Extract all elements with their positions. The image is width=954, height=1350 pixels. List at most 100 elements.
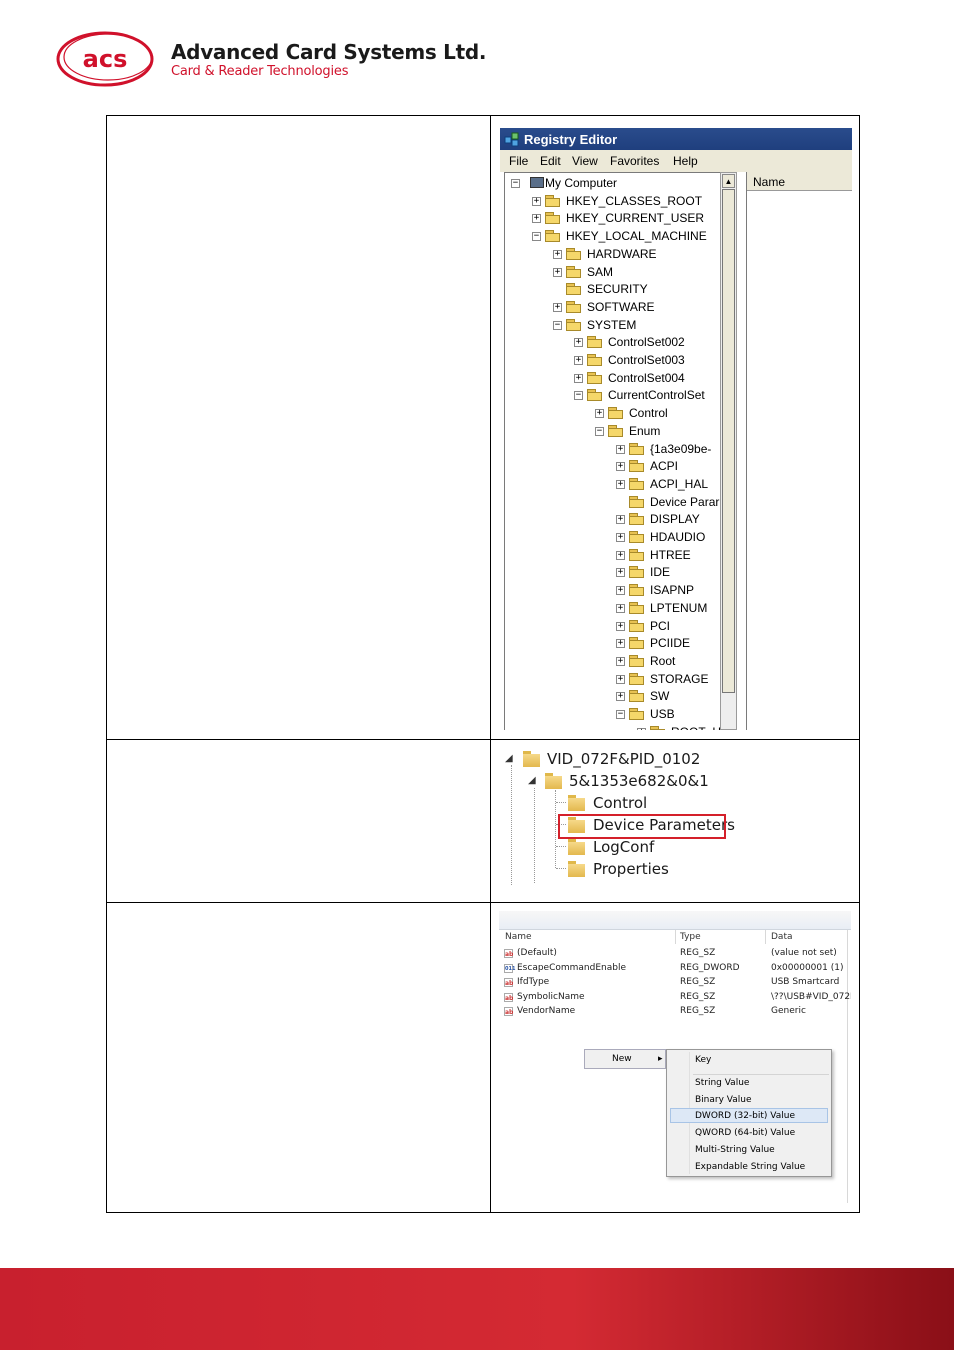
expand-plus-icon[interactable]: +	[616, 656, 625, 666]
tree-node[interactable]: + ControlSet002	[505, 334, 721, 351]
tree-node[interactable]: + PCI	[505, 618, 721, 635]
menu-help[interactable]: Help	[673, 154, 698, 168]
tree-node[interactable]: + STORAGE	[505, 671, 721, 688]
tree-node[interactable]: − CurrentControlSet	[505, 387, 721, 404]
value-row[interactable]: ab (Default) REG_SZ (value not set)	[499, 947, 851, 961]
folder-icon	[608, 407, 624, 420]
tree-node[interactable]: + Root	[505, 653, 721, 670]
tree-node[interactable]: − Enum	[505, 423, 721, 440]
menu-edit[interactable]: Edit	[540, 154, 561, 168]
expand-plus-icon[interactable]: +	[532, 214, 541, 224]
tree-node[interactable]: + ROOT_H	[505, 724, 721, 730]
column-header-type[interactable]: Type	[680, 932, 701, 942]
tree-node[interactable]: + ControlSet003	[505, 352, 721, 369]
scroll-thumb[interactable]	[722, 189, 735, 693]
collapse-minus-icon[interactable]: −	[595, 426, 604, 436]
value-type: REG_SZ	[680, 991, 716, 1002]
tree-node[interactable]: SECURITY	[505, 281, 721, 298]
tree-node[interactable]: − HKEY_LOCAL_MACHINE	[505, 228, 721, 245]
menu-item-key[interactable]: Key	[695, 1055, 711, 1065]
value-row[interactable]: abSymbolicName REG_SZ \??\USB#VID_072F8	[499, 991, 851, 1005]
tree-node[interactable]: + PCIIDE	[505, 635, 721, 652]
expand-plus-icon[interactable]: +	[574, 373, 583, 383]
expand-plus-icon[interactable]: +	[616, 515, 625, 525]
expand-plus-icon[interactable]: +	[616, 692, 625, 702]
menu-favorites[interactable]: Favorites	[610, 154, 659, 168]
expand-plus-icon[interactable]: +	[616, 674, 625, 684]
scroll-up-arrow-icon[interactable]: ▲	[722, 174, 735, 188]
tree-node[interactable]: + DISPLAY	[505, 511, 721, 528]
context-menu-new[interactable]: New ▸	[584, 1049, 666, 1069]
menu-item-multi-string-value[interactable]: Multi-String Value	[695, 1145, 775, 1155]
collapse-minus-icon[interactable]: −	[553, 320, 562, 330]
expand-plus-icon[interactable]: +	[616, 479, 625, 489]
expand-plus-icon[interactable]: +	[616, 462, 625, 472]
tree-node[interactable]: − SYSTEM	[505, 317, 721, 334]
tree-node[interactable]: + SW	[505, 688, 721, 705]
expand-plus-icon[interactable]: +	[616, 533, 625, 542]
tree-node[interactable]: + ACPI	[505, 458, 721, 475]
tree-scrollbar[interactable]: ▲	[720, 172, 737, 730]
collapse-triangle-icon[interactable]: ◢	[528, 775, 536, 786]
tree-node[interactable]: − My Computer	[505, 175, 721, 192]
tree-node[interactable]: + Control	[505, 405, 721, 422]
expand-plus-icon[interactable]: +	[574, 356, 583, 365]
column-header-data[interactable]: Data	[771, 932, 793, 942]
collapse-triangle-icon[interactable]: ◢	[505, 753, 513, 764]
collapse-minus-icon[interactable]: −	[574, 391, 583, 401]
tree-node[interactable]: + HARDWARE	[505, 246, 721, 263]
folder-icon	[587, 389, 603, 402]
menu-item-string-value[interactable]: String Value	[695, 1078, 749, 1088]
tree-node[interactable]: + LPTENUM	[505, 600, 721, 617]
tree-node[interactable]: + SAM	[505, 264, 721, 281]
tree-node[interactable]: Device Parar	[505, 494, 721, 511]
tree-node-label: LPTENUM	[650, 600, 708, 615]
expand-plus-icon[interactable]: +	[616, 586, 625, 596]
tree-node[interactable]: + HTREE	[505, 547, 721, 564]
expand-plus-icon[interactable]: +	[553, 302, 562, 312]
expand-plus-icon[interactable]: +	[616, 639, 625, 649]
collapse-minus-icon[interactable]: −	[616, 710, 625, 719]
tree-node-label: PCI	[650, 618, 671, 633]
expand-plus-icon[interactable]: +	[553, 249, 562, 259]
menu-item-dword-value[interactable]: DWORD (32-bit) Value	[695, 1111, 795, 1121]
folder-icon	[545, 230, 561, 243]
tree-node[interactable]: + {1a3e09be-	[505, 441, 721, 458]
tree-node[interactable]: + ControlSet004	[505, 370, 721, 387]
tree-node[interactable]: + ISAPNP	[505, 582, 721, 599]
tree-node[interactable]: + HKEY_CURRENT_USER	[505, 210, 721, 227]
menu-item-qword-value[interactable]: QWORD (64-bit) Value	[695, 1128, 795, 1138]
tree-node[interactable]: − USB	[505, 706, 721, 723]
expand-plus-icon[interactable]: +	[616, 621, 625, 631]
tree-node[interactable]: + ACPI_HAL	[505, 476, 721, 493]
expand-plus-icon[interactable]: +	[616, 603, 625, 613]
value-row[interactable]: ab IfdType REG_SZ USB Smartcard	[499, 976, 851, 990]
expand-plus-icon[interactable]: +	[532, 196, 541, 206]
tree-node[interactable]: + HDAUDIO	[505, 529, 721, 546]
folder-icon	[545, 212, 561, 225]
menu-file[interactable]: File	[509, 154, 528, 168]
column-header-name[interactable]: Name	[505, 932, 532, 942]
tree-node[interactable]: + SOFTWARE	[505, 299, 721, 316]
value-row[interactable]: 011 EscapeCommandEnable REG_DWORD 0x0000000…	[499, 962, 851, 976]
expand-plus-icon[interactable]: +	[616, 550, 625, 560]
registry-tree[interactable]: − My Computer + HKEY_CLASSES_ROOT + HKEY_CURR…	[504, 172, 722, 730]
expand-plus-icon[interactable]: +	[574, 338, 583, 348]
menu-view[interactable]: View	[572, 154, 598, 168]
expand-plus-icon[interactable]: +	[616, 568, 625, 578]
collapse-minus-icon[interactable]: −	[532, 232, 541, 242]
menu-item-binary-value[interactable]: Binary Value	[695, 1095, 752, 1105]
value-name: IfdType	[517, 977, 550, 988]
expand-plus-icon[interactable]: +	[595, 409, 604, 419]
value-name: EscapeCommandEnable	[517, 962, 627, 973]
collapse-minus-icon[interactable]: −	[511, 179, 520, 188]
expand-plus-icon[interactable]: +	[553, 267, 562, 277]
tree-node[interactable]: + IDE	[505, 564, 721, 581]
expand-plus-icon[interactable]: +	[616, 444, 625, 454]
value-row[interactable]: ab VendorName REG_SZ Generic	[499, 1005, 851, 1019]
tree-node[interactable]: + HKEY_CLASSES_ROOT	[505, 193, 721, 210]
company-tagline: Card & Reader Technologies	[171, 64, 349, 79]
expand-plus-icon[interactable]: +	[637, 727, 646, 730]
name-column-header[interactable]: Name	[747, 172, 852, 191]
menu-item-expandable-string-value[interactable]: Expandable String Value	[695, 1162, 805, 1172]
